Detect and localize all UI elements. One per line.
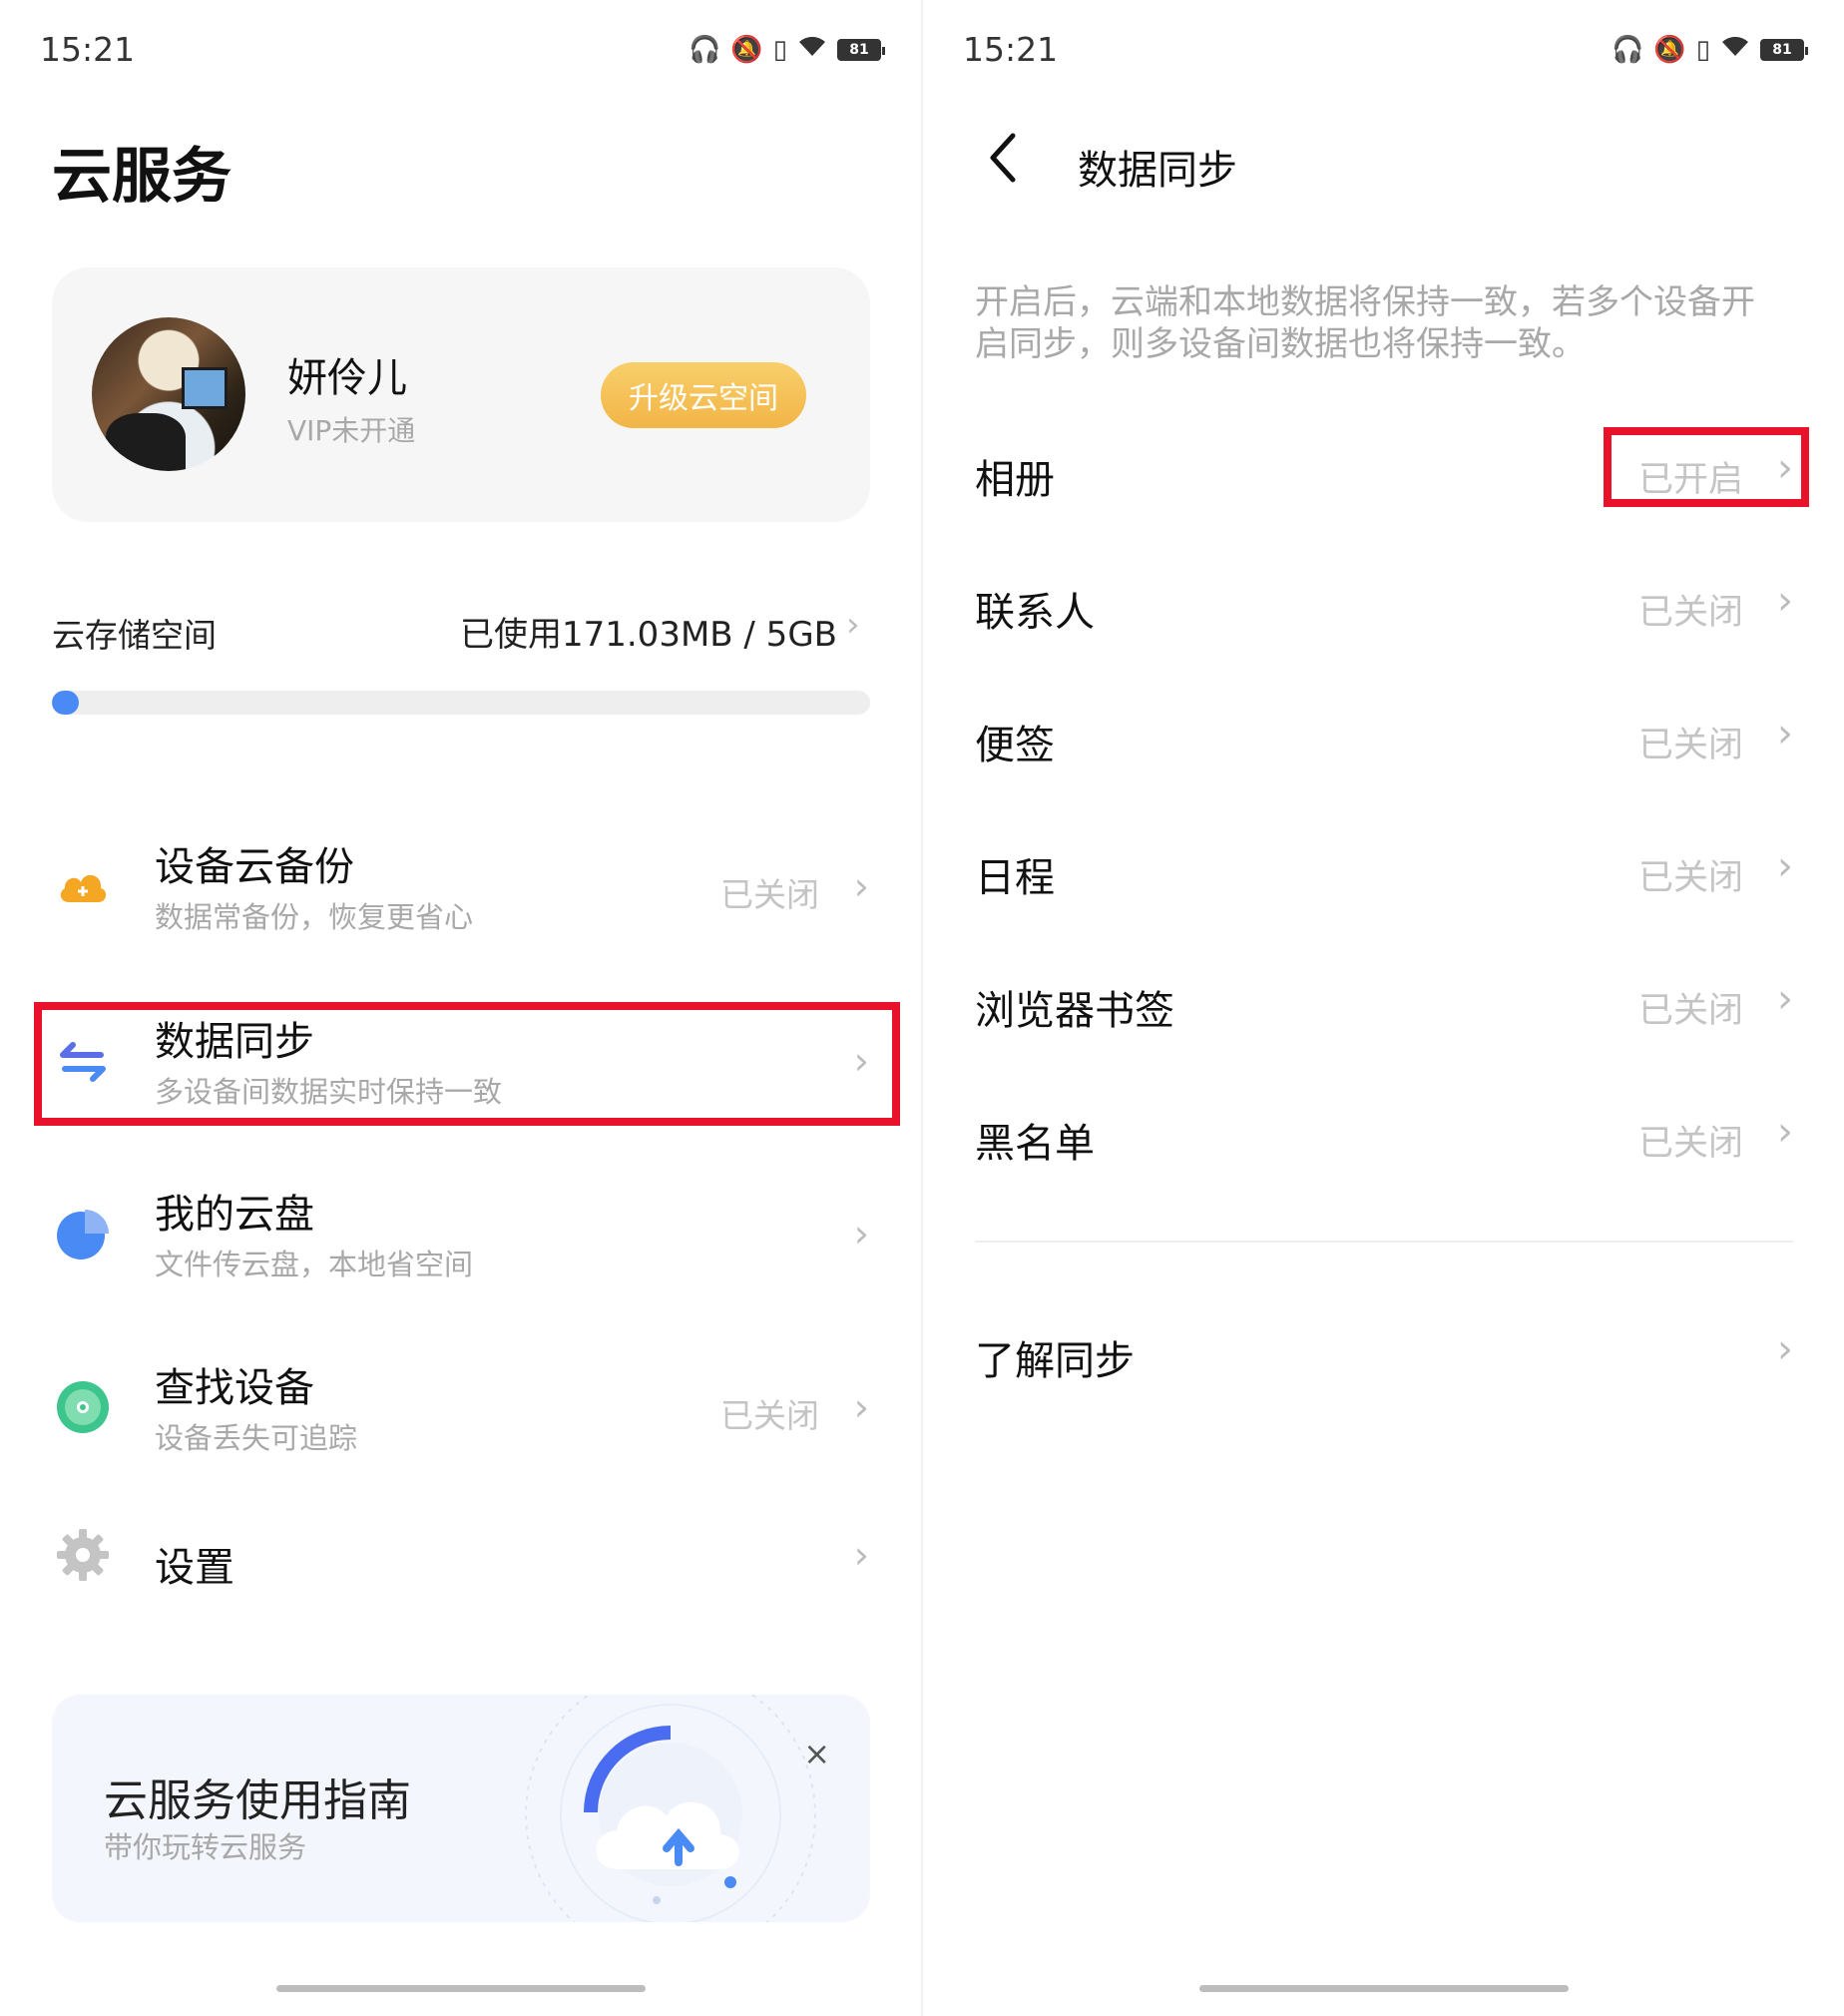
chevron-right-icon: › xyxy=(1777,578,1793,624)
guide-banner[interactable]: 云服务使用指南 带你玩转云服务 × xyxy=(52,1695,870,1922)
chevron-right-icon: › xyxy=(1777,1109,1793,1155)
page-title: 云服务 xyxy=(52,142,231,212)
highlight-box xyxy=(34,1002,900,1126)
menu-item-my-cloud-disk[interactable]: 我的云盘 文件传云盘，本地省空间 › xyxy=(40,1168,883,1297)
account-card[interactable]: 妍伶儿 VIP未开通 升级云空间 xyxy=(52,267,870,522)
storage-usage: 已使用171.03MB / 5GB xyxy=(459,615,837,655)
sync-item-state: 已关闭 xyxy=(1637,1124,1743,1164)
cloud-disk-icon xyxy=(57,1210,109,1260)
sync-item-blocklist[interactable]: 黑名单 已关闭 › xyxy=(975,1071,1793,1203)
chevron-right-icon: › xyxy=(853,1212,869,1256)
sync-item-label: 日程 xyxy=(975,855,1055,901)
sync-item-state: 已关闭 xyxy=(1637,726,1743,765)
chevron-right-icon: › xyxy=(846,605,860,645)
sync-item-label: 黑名单 xyxy=(975,1121,1095,1167)
headphone-icon: 🎧 xyxy=(1611,34,1644,65)
close-icon[interactable]: × xyxy=(803,1735,830,1772)
menu-subtitle: 文件传云盘，本地省空间 xyxy=(155,1248,474,1281)
data-sync-screen: 15:21 🎧 🔕 ▯ 81 数据同步 开启后，云端和本地数据将保持一致，若多个… xyxy=(923,0,1844,2016)
menu-subtitle: 数据常备份，恢复更省心 xyxy=(155,900,474,934)
cloud-plus-icon xyxy=(60,874,107,902)
wifi-icon xyxy=(797,34,827,65)
storage-label: 云存储空间 xyxy=(52,616,217,655)
chevron-right-icon: › xyxy=(853,864,869,908)
vip-status: VIP未开通 xyxy=(287,414,416,447)
menu-subtitle: 设备丢失可追踪 xyxy=(155,1421,358,1455)
wifi-icon xyxy=(1720,34,1750,65)
avatar[interactable] xyxy=(92,317,245,471)
battery-icon: 81 xyxy=(837,38,885,61)
menu-title: 我的云盘 xyxy=(155,1192,314,1238)
highlight-box xyxy=(1604,427,1809,507)
menu-state: 已关闭 xyxy=(720,1396,819,1435)
divider xyxy=(975,1241,1793,1243)
menu-title: 查找设备 xyxy=(155,1365,314,1411)
locate-icon xyxy=(57,1381,109,1433)
menu-item-device-backup[interactable]: 设备云备份 数据常备份，恢复更省心 已关闭 › xyxy=(40,820,883,950)
chevron-right-icon: › xyxy=(853,1385,869,1429)
menu-state: 已关闭 xyxy=(720,875,819,914)
sync-item-label: 相册 xyxy=(975,457,1055,503)
back-arrow-icon[interactable] xyxy=(983,128,1023,188)
cloud-upload-illustration xyxy=(525,1695,816,1922)
chevron-right-icon: › xyxy=(1777,711,1793,756)
chevron-right-icon: › xyxy=(1777,976,1793,1022)
menu-item-settings[interactable]: 设置 › xyxy=(40,1489,883,1619)
sim-icon: ▯ xyxy=(772,34,787,65)
chevron-right-icon: › xyxy=(853,1533,869,1577)
status-icons: 🎧 🔕 ▯ 81 xyxy=(688,34,885,65)
sync-item-label: 浏览器书签 xyxy=(975,988,1174,1034)
sync-item-state: 已关闭 xyxy=(1637,858,1743,898)
upgrade-storage-button[interactable]: 升级云空间 xyxy=(601,362,806,428)
sync-item-calendar[interactable]: 日程 已关闭 › xyxy=(975,805,1793,937)
sync-item-state: 已关闭 xyxy=(1637,991,1743,1031)
guide-title: 云服务使用指南 xyxy=(104,1775,411,1826)
mute-icon: 🔕 xyxy=(730,34,763,65)
sync-description: 开启后，云端和本地数据将保持一致，若多个设备开启同步，则多设备间数据也将保持一致… xyxy=(975,282,1755,364)
learn-sync-row[interactable]: 了解同步 › xyxy=(975,1288,1793,1420)
sync-item-label: 便签 xyxy=(975,723,1055,768)
gear-icon xyxy=(57,1529,109,1581)
chevron-right-icon: › xyxy=(1777,843,1793,889)
storage-progress-bar xyxy=(52,691,870,715)
headphone-icon: 🎧 xyxy=(688,34,721,65)
sync-item-contacts[interactable]: 联系人 已关闭 › xyxy=(975,540,1793,672)
guide-subtitle: 带你玩转云服务 xyxy=(104,1830,307,1864)
learn-sync-label: 了解同步 xyxy=(975,1338,1135,1384)
menu-title: 设备云备份 xyxy=(155,844,354,890)
home-indicator[interactable] xyxy=(275,1985,646,1992)
sync-item-bookmarks[interactable]: 浏览器书签 已关闭 › xyxy=(975,938,1793,1070)
sync-item-notes[interactable]: 便签 已关闭 › xyxy=(975,673,1793,804)
home-indicator[interactable] xyxy=(1198,1985,1569,1992)
chevron-right-icon: › xyxy=(1777,1326,1793,1372)
menu-title: 设置 xyxy=(155,1545,234,1591)
cloud-service-screen: 15:21 🎧 🔕 ▯ 81 云服务 妍伶儿 VIP未开通 升级云空间 云存储空… xyxy=(0,0,921,2016)
battery-icon: 81 xyxy=(1760,38,1808,61)
storage-progress-fill xyxy=(52,691,80,715)
status-time: 15:21 xyxy=(40,30,136,69)
status-time: 15:21 xyxy=(963,30,1059,69)
sim-icon: ▯ xyxy=(1695,34,1710,65)
sync-item-state: 已关闭 xyxy=(1637,593,1743,633)
user-name: 妍伶儿 xyxy=(287,355,407,401)
sync-item-label: 联系人 xyxy=(975,590,1095,636)
page-title: 数据同步 xyxy=(1078,148,1237,194)
status-icons: 🎧 🔕 ▯ 81 xyxy=(1611,34,1808,65)
menu-item-find-device[interactable]: 查找设备 设备丢失可追踪 已关闭 › xyxy=(40,1341,883,1471)
mute-icon: 🔕 xyxy=(1653,34,1686,65)
